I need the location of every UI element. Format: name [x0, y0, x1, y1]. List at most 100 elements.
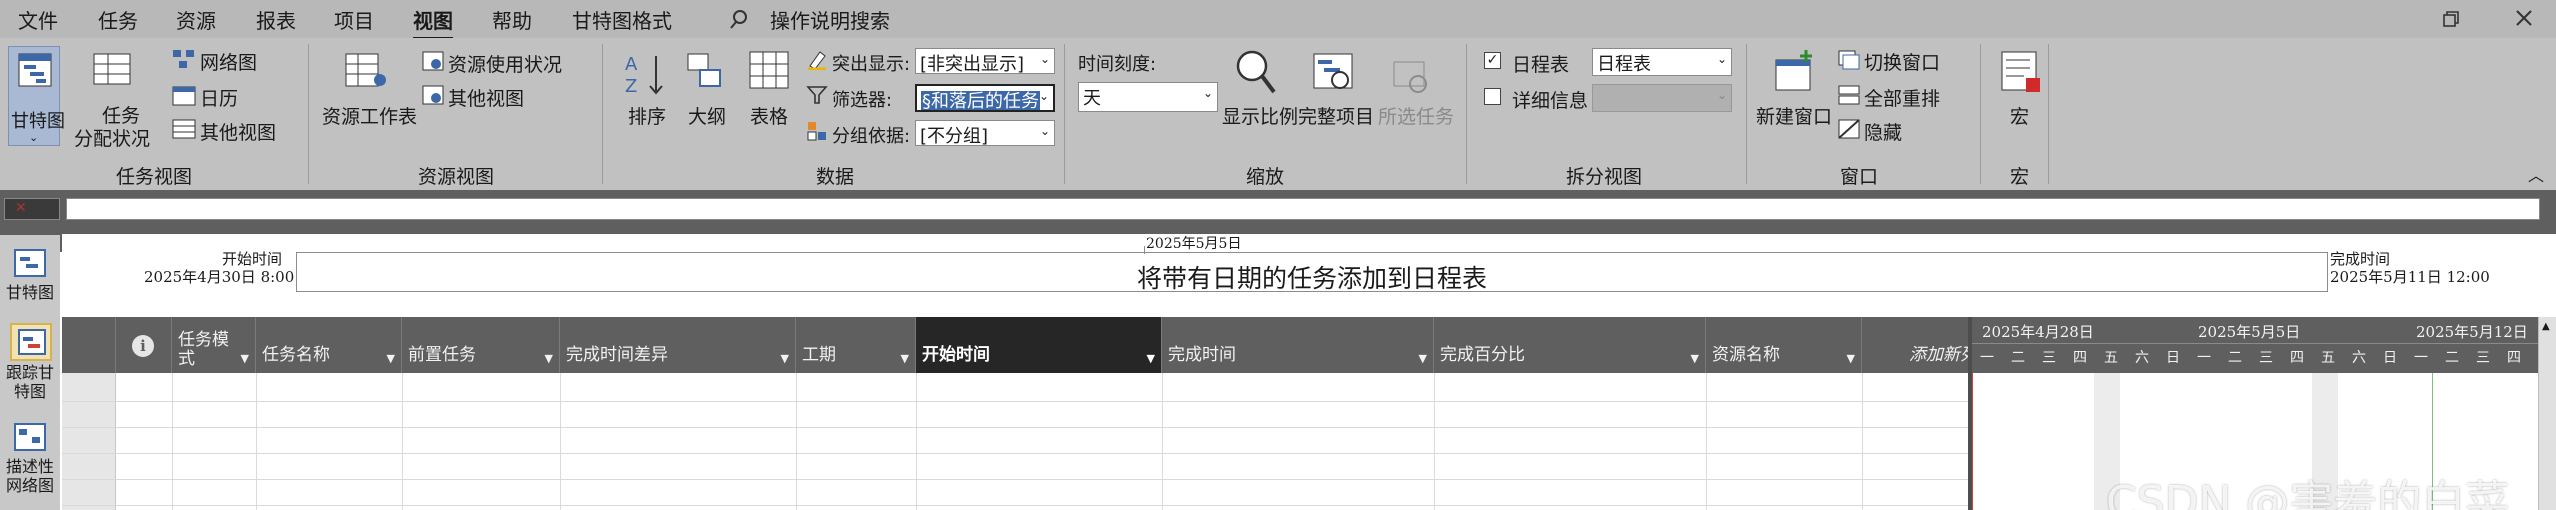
zoom-button[interactable]: 显示比例 [1222, 102, 1298, 129]
calendar-icon [172, 86, 196, 106]
timeline-checkbox[interactable]: ✓ [1484, 52, 1501, 69]
column-header-percent-complete-label: 完成百分比 [1440, 345, 1525, 365]
tab-gantt-format[interactable]: 甘特图格式 [572, 5, 672, 34]
descriptive-network-icon [14, 423, 46, 451]
tab-resource[interactable]: 资源 [176, 5, 216, 34]
timeline-bar[interactable]: 将带有日期的任务添加到日程表 [296, 252, 2328, 293]
chevron-down-icon: ▼ [1690, 352, 1699, 365]
column-header-start[interactable]: 开始时间 ▼ [916, 317, 1162, 373]
gantt-day-label: 二 [2228, 350, 2242, 366]
tab-help[interactable]: 帮助 [492, 5, 532, 34]
timescale-dropdown[interactable]: 天 ⌄ [1078, 82, 1218, 112]
table-row[interactable] [62, 479, 1972, 480]
gantt-day-label: 一 [1980, 350, 1994, 366]
tracking-gantt-selected-box[interactable] [10, 323, 52, 361]
resource-other-views-button[interactable]: 其他视图 [448, 84, 524, 111]
timeline-view-dropdown[interactable]: 日程表 ⌄ [1592, 48, 1732, 76]
gantt-day-label: 二 [2011, 350, 2025, 366]
column-header-add-new[interactable]: 添加新列 [1862, 317, 1972, 373]
network-diagram-button[interactable]: 网络图 [200, 48, 257, 75]
view-bar-item-tracking-label2: 特图 [13, 382, 46, 401]
resource-sheet-button[interactable]: 资源工作表 [322, 102, 417, 129]
table-row[interactable] [62, 427, 1972, 428]
tell-me-search[interactable]: 操作说明搜索 [770, 5, 890, 34]
column-header-task-name[interactable]: 任务名称 ▼ [256, 317, 402, 373]
macros-button[interactable]: 宏 [2010, 102, 2029, 129]
ribbon-separator [602, 44, 603, 184]
tab-view[interactable]: 视图 [413, 5, 453, 40]
grid-line [402, 373, 403, 510]
column-header-task-mode-label: 任务模式 [178, 330, 229, 369]
filter-funnel-icon [806, 86, 828, 104]
column-header-predecessors[interactable]: 前置任务 ▼ [402, 317, 560, 373]
task-usage-button[interactable] [92, 52, 132, 93]
column-header-percent-complete[interactable]: 完成百分比 ▼ [1434, 317, 1706, 373]
group-by-label: 分组依据: [832, 126, 911, 147]
view-bar-item-network[interactable]: 描述性 网络图 [0, 457, 60, 495]
hide-window-button[interactable]: 隐藏 [1864, 118, 1902, 145]
chevron-down-icon: ⌄ [1038, 89, 1049, 103]
highlight-dropdown[interactable]: [非突出显示] ⌄ [915, 48, 1055, 74]
scroll-up-icon[interactable]: ▲ [2542, 321, 2550, 332]
column-header-task-mode[interactable]: 任务模式 ▼ [172, 317, 256, 373]
column-header-finish-label: 完成时间 [1168, 345, 1236, 365]
grid-line [916, 373, 917, 510]
view-bar-item-gantt[interactable]: 甘特图 [0, 283, 60, 302]
hide-window-icon [1838, 119, 1860, 139]
gantt-day-label: 六 [2135, 350, 2149, 366]
group-label-resource-views: 资源视图 [418, 166, 495, 188]
close-window-icon[interactable] [2514, 8, 2534, 28]
group-by-value: [不分组] [920, 126, 989, 146]
tab-project[interactable]: 项目 [334, 5, 374, 34]
arrange-all-button[interactable]: 全部重排 [1864, 84, 1940, 111]
chevron-down-icon: ▼ [386, 352, 395, 365]
selected-tasks-button[interactable]: 所选任务 [1378, 102, 1454, 129]
details-checkbox[interactable] [1484, 88, 1501, 105]
group-by-dropdown[interactable]: [不分组] ⌄ [915, 120, 1055, 146]
task-table[interactable]: i 任务模式 ▼ 任务名称 ▼ 前置任务 ▼ 完成时间差异 ▼ 工期 ▼ 开始时间 ▼ 完成… [62, 317, 1972, 510]
calendar-button[interactable]: 日历 [200, 84, 238, 111]
entry-input[interactable] [66, 198, 2540, 220]
switch-windows-button[interactable]: 切换窗口 [1864, 48, 1940, 75]
column-header-duration[interactable]: 工期 ▼ [796, 317, 916, 373]
entire-project-button[interactable]: 完整项目 [1298, 102, 1374, 129]
gantt-day-label: 四 [2507, 350, 2521, 366]
other-views-button[interactable]: 其他视图 [200, 118, 276, 145]
info-column-header[interactable]: i [116, 317, 172, 373]
gantt-chart-button[interactable]: 甘特图 ⌄ [8, 46, 65, 146]
column-header-finish-variance[interactable]: 完成时间差异 ▼ [560, 317, 796, 373]
new-window-button[interactable]: 新建窗口 [1756, 102, 1832, 129]
entry-cancel-box[interactable]: ✕ [4, 198, 60, 220]
column-header-resource-names[interactable]: 资源名称 ▼ [1706, 317, 1862, 373]
tracking-gantt-icon [18, 329, 46, 355]
ribbon-separator [308, 44, 309, 184]
view-bar-item-tracking-gantt[interactable]: 跟踪甘 特图 [0, 363, 60, 401]
grid-line [172, 373, 173, 510]
details-view-dropdown[interactable]: ⌄ [1592, 84, 1732, 112]
resource-usage-button[interactable]: 资源使用状况 [448, 50, 562, 77]
lightbulb-search-icon[interactable] [728, 8, 750, 30]
task-usage-icon [93, 53, 131, 85]
restore-window-icon[interactable] [2442, 10, 2460, 28]
outline-button[interactable]: 大纲 [688, 102, 726, 129]
gantt-vertical-scrollbar[interactable]: ▲ [2538, 317, 2556, 510]
timeline-pane[interactable]: 2025年5月5日 开始时间 2025年4月30日 8:00 将带有日期的任务添… [62, 234, 2556, 316]
arrange-all-icon [1838, 85, 1860, 105]
tab-task[interactable]: 任务 [98, 5, 138, 34]
grid-line [256, 373, 257, 510]
timeline-checkbox-label: 日程表 [1512, 54, 1570, 76]
tab-file[interactable]: 文件 [18, 5, 58, 34]
gantt-chart-icon [18, 53, 52, 87]
select-all-header[interactable] [62, 317, 116, 373]
column-header-finish[interactable]: 完成时间 ▼ [1162, 317, 1434, 373]
selected-tasks-icon [1393, 61, 1427, 93]
collapse-ribbon-icon[interactable]: ︿ [2528, 162, 2544, 186]
table-row[interactable] [62, 505, 1972, 506]
table-row[interactable] [62, 453, 1972, 454]
filter-dropdown[interactable]: §和落后的任务 ⌄ [915, 84, 1055, 112]
tab-report[interactable]: 报表 [256, 5, 296, 34]
table-row[interactable] [62, 401, 1972, 402]
outline-icon [687, 53, 721, 87]
sort-button[interactable]: 排序 [628, 102, 666, 129]
tables-button[interactable]: 表格 [750, 102, 788, 129]
